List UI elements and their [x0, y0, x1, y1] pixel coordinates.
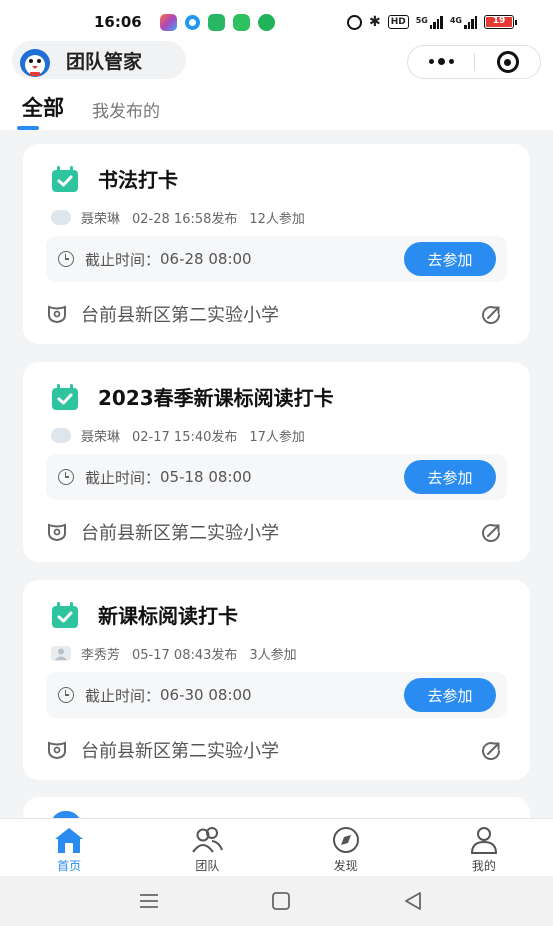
- system-nav-bar: [0, 876, 553, 926]
- app-notification-icon: [160, 13, 177, 31]
- status-indicators: ✱ HD 5G 4G 19: [346, 14, 517, 30]
- deadline-bar: 截止时间： 06-30 08:00 去参加: [46, 672, 507, 718]
- message-notification-icon: [208, 13, 225, 31]
- avatar: [51, 811, 81, 818]
- phone-notification-icon: [258, 13, 275, 31]
- join-button[interactable]: 去参加: [404, 460, 496, 494]
- default-user-avatar-icon: [51, 646, 71, 661]
- task-title: 新课标阅读打卡: [98, 604, 238, 628]
- user-icon: [467, 826, 501, 854]
- task-participants: 12人参加: [249, 212, 305, 227]
- nav-label-mine: 我的: [471, 859, 496, 873]
- deadline-value: 05-18 08:00: [160, 468, 252, 486]
- checkin-calendar-icon: [51, 601, 79, 629]
- penguin-logo-icon: [16, 41, 54, 79]
- team-icon: [190, 826, 224, 854]
- task-meta: 聂荣琳 02-28 16:58发布 12人参加: [51, 208, 317, 227]
- tab-my-published[interactable]: 我发布的: [92, 84, 160, 122]
- battery-level: 19: [486, 17, 512, 27]
- task-meta: 李秀芳 05-17 08:43发布 3人参加: [51, 644, 309, 663]
- task-card[interactable]: 2023春季新课标阅读打卡 聂荣琳 02-17 15:40发布 17人参加 截止…: [23, 362, 530, 562]
- deadline-bar: 截止时间： 05-18 08:00 去参加: [46, 454, 507, 500]
- task-card-partial[interactable]: [23, 797, 530, 818]
- nav-home[interactable]: 首页: [0, 819, 138, 876]
- school-badge-icon: [47, 741, 67, 760]
- task-participants: 3人参加: [249, 648, 297, 663]
- checkin-calendar-icon: [51, 383, 79, 411]
- task-author: 聂荣琳: [81, 212, 121, 227]
- task-meta: 聂荣琳 02-17 15:40发布 17人参加: [51, 426, 317, 445]
- task-published-time: 02-28 16:58发布: [132, 212, 238, 227]
- home-icon: [52, 826, 86, 854]
- title-bar: 团队管家: [0, 41, 553, 84]
- home-square-icon[interactable]: [270, 890, 292, 912]
- nav-label-home: 首页: [57, 859, 82, 873]
- school-badge-icon: [47, 305, 67, 324]
- task-author: 聂荣琳: [81, 430, 121, 445]
- deadline-label: 截止时间：: [85, 686, 161, 705]
- target-close-icon[interactable]: [475, 51, 540, 73]
- alarm-icon: [346, 14, 362, 30]
- chat-notification-icon: [233, 13, 250, 31]
- notification-icons: [160, 13, 275, 31]
- bluetooth-icon: ✱: [368, 14, 381, 30]
- screen: 16:06 ✱ HD 5G 4G 19 团队管家 全部 我发布的 书法打卡 聂荣…: [0, 0, 553, 926]
- school-row: 台前县新区第二实验小学: [47, 519, 279, 545]
- share-icon[interactable]: [480, 522, 502, 544]
- deadline-bar: 截止时间： 06-28 08:00 去参加: [46, 236, 507, 282]
- deadline-label: 截止时间：: [85, 468, 161, 487]
- deadline-value: 06-28 08:00: [160, 250, 252, 268]
- menu-icon[interactable]: [138, 890, 160, 912]
- school-name: 台前县新区第二实验小学: [81, 741, 279, 762]
- task-published-time: 02-17 15:40发布: [132, 430, 238, 445]
- nav-discover[interactable]: 发现: [277, 819, 415, 876]
- share-icon[interactable]: [480, 740, 502, 762]
- school-row: 台前县新区第二实验小学: [47, 737, 279, 763]
- mini-program-capsule: [407, 45, 541, 79]
- more-dots-icon[interactable]: [408, 58, 474, 65]
- clock-icon: [58, 469, 74, 485]
- avatar: [51, 428, 71, 443]
- task-author: 李秀芳: [81, 648, 121, 663]
- app-title: 团队管家: [66, 50, 143, 73]
- task-title: 书法打卡: [98, 168, 178, 192]
- share-icon[interactable]: [480, 304, 502, 326]
- task-title: 2023春季新课标阅读打卡: [98, 386, 334, 410]
- nav-label-discover: 发现: [333, 859, 358, 873]
- bottom-nav: 首页 团队 发现 我的: [0, 818, 553, 876]
- deadline-label: 截止时间：: [85, 250, 161, 269]
- nav-label-team: 团队: [195, 859, 220, 873]
- hd-badge: HD: [387, 15, 409, 29]
- tab-bar: 全部 我发布的: [0, 84, 553, 130]
- task-list: 书法打卡 聂荣琳 02-28 16:58发布 12人参加 截止时间： 06-28…: [0, 130, 553, 818]
- join-button[interactable]: 去参加: [404, 678, 496, 712]
- school-badge-icon: [47, 523, 67, 542]
- task-participants: 17人参加: [249, 430, 305, 445]
- checkin-calendar-icon: [51, 165, 79, 193]
- avatar: [51, 210, 71, 225]
- school-name: 台前县新区第二实验小学: [81, 523, 279, 544]
- nav-team[interactable]: 团队: [138, 819, 276, 876]
- clock-icon: [58, 251, 74, 267]
- clock-icon: [58, 687, 74, 703]
- school-row: 台前县新区第二实验小学: [47, 301, 279, 327]
- school-name: 台前县新区第二实验小学: [81, 305, 279, 326]
- signal-4g-icon: 4G: [450, 15, 477, 29]
- task-card[interactable]: 书法打卡 聂荣琳 02-28 16:58发布 12人参加 截止时间： 06-28…: [23, 144, 530, 344]
- nav-mine[interactable]: 我的: [415, 819, 553, 876]
- join-button[interactable]: 去参加: [404, 242, 496, 276]
- browser-notification-icon: [185, 14, 200, 30]
- tab-all[interactable]: 全部: [22, 84, 64, 122]
- task-published-time: 05-17 08:43发布: [132, 648, 238, 663]
- battery-icon: 19: [484, 15, 517, 29]
- deadline-value: 06-30 08:00: [160, 686, 252, 704]
- task-card[interactable]: 新课标阅读打卡 李秀芳 05-17 08:43发布 3人参加 截止时间： 06-…: [23, 580, 530, 780]
- back-triangle-icon[interactable]: [402, 890, 424, 912]
- signal-5g-icon: 5G: [416, 15, 443, 29]
- compass-icon: [329, 826, 363, 854]
- status-bar: 16:06 ✱ HD 5G 4G 19: [0, 0, 553, 44]
- app-title-pill[interactable]: 团队管家: [12, 41, 186, 79]
- status-time: 16:06: [94, 13, 142, 31]
